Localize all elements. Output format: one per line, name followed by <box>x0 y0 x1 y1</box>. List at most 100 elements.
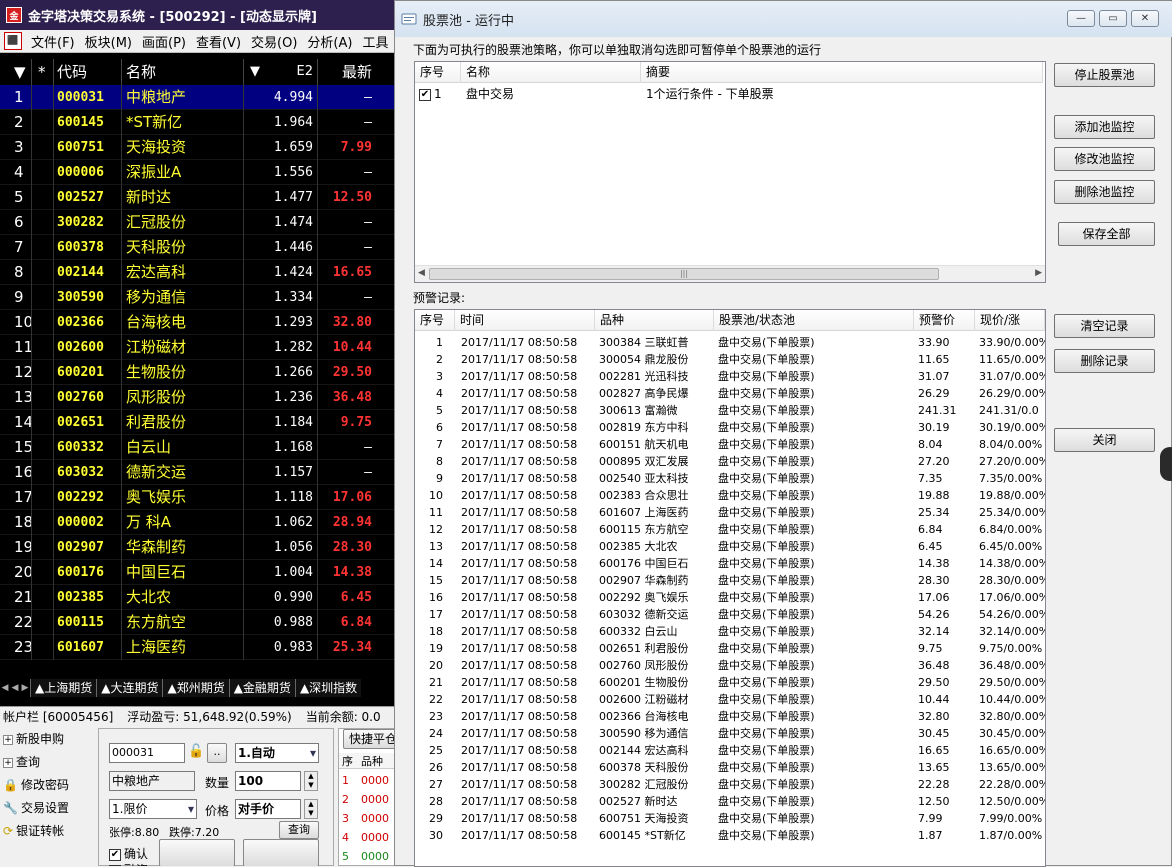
tab-financial-futures[interactable]: ▲金融期货 <box>228 679 295 697</box>
col-symbol[interactable]: 品种 <box>595 310 714 331</box>
add-monitor-button[interactable]: 添加池监控 <box>1054 115 1155 139</box>
quote-row[interactable]: 13 002760 凤形股份 1.236 36.48 <box>0 384 400 410</box>
quote-row[interactable]: 6 300282 汇冠股份 1.474 — <box>0 209 400 235</box>
scroll-thumb[interactable]: ||| <box>429 268 939 280</box>
quote-row[interactable]: 8 002144 宏达高科 1.424 16.65 <box>0 259 400 285</box>
alert-row[interactable]: 6 2017/11/17 08:50:58 002819 东方中科 盘中交易(下单股票… <box>415 419 1045 436</box>
mode-select[interactable]: 1.自动 ▾ <box>235 743 319 763</box>
qty-input[interactable]: 100 <box>235 771 301 791</box>
alert-row[interactable]: 15 2017/11/17 08:50:58 002907 华森制药 盘中交易(下单股… <box>415 572 1045 589</box>
alert-row[interactable]: 30 2017/11/17 08:50:58 600145 *ST新亿 盘中交易(下单… <box>415 827 1045 844</box>
tab-shenzhen-index[interactable]: ▲深圳指数 <box>294 679 362 697</box>
col-time[interactable]: 时间 <box>455 310 595 331</box>
quote-row[interactable]: 2 600145 *ST新亿 1.964 — <box>0 109 400 135</box>
quote-row[interactable]: 5 002527 新时达 1.477 12.50 <box>0 184 400 210</box>
position-row[interactable]: 4 0000 <box>339 828 399 847</box>
dialog-titlebar[interactable]: 股票池 - 运行中 <box>395 1 1172 37</box>
alert-row[interactable]: 11 2017/11/17 08:50:58 601607 上海医药 盘中交易(下单股… <box>415 504 1045 521</box>
pool-checkbox[interactable]: ✔ 1 <box>415 85 461 103</box>
quote-row[interactable]: 23 601607 上海医药 0.983 25.34 <box>0 634 400 660</box>
alert-row[interactable]: 20 2017/11/17 08:50:58 002760 凤形股份 盘中交易(下单股… <box>415 657 1045 674</box>
alert-row[interactable]: 2 2017/11/17 08:50:58 300054 鼎龙股份 盘中交易(下单股票… <box>415 351 1045 368</box>
position-row[interactable]: 5 0000 <box>339 847 399 865</box>
alert-row[interactable]: 24 2017/11/17 08:50:58 300590 移为通信 盘中交易(下单股… <box>415 725 1045 742</box>
pool-row[interactable]: ✔ 1 盘中交易 1个运行条件 - 下单股票 <box>415 85 1043 103</box>
alert-row[interactable]: 21 2017/11/17 08:50:58 600201 生物股份 盘中交易(下单股… <box>415 674 1045 691</box>
col-no[interactable]: 序号 <box>415 62 461 83</box>
quote-row[interactable]: 10 002366 台海核电 1.293 32.80 <box>0 309 400 335</box>
quote-row[interactable]: 22 600115 东方航空 0.988 6.84 <box>0 609 400 635</box>
quote-row[interactable]: 20 600176 中国巨石 1.004 14.38 <box>0 559 400 585</box>
alert-row[interactable]: 23 2017/11/17 08:50:58 002366 台海核电 盘中交易(下单股… <box>415 708 1045 725</box>
nav-ipo[interactable]: + 新股申购 <box>0 728 95 751</box>
edit-monitor-button[interactable]: 修改池监控 <box>1054 147 1155 171</box>
column-star[interactable]: * <box>32 59 54 85</box>
menu-logo-icon[interactable]: ⬛ <box>4 32 22 50</box>
alert-row[interactable]: 28 2017/11/17 08:50:58 002527 新时达 盘中交易(下单股票… <box>415 793 1045 810</box>
delete-record-button[interactable]: 删除记录 <box>1054 349 1155 373</box>
alert-row[interactable]: 7 2017/11/17 08:50:58 600151 航天机电 盘中交易(下单股票… <box>415 436 1045 453</box>
alert-row[interactable]: 12 2017/11/17 08:50:58 600115 东方航空 盘中交易(下单股… <box>415 521 1045 538</box>
alert-row[interactable]: 13 2017/11/17 08:50:58 002385 大北农 盘中交易(下单股票… <box>415 538 1045 555</box>
col-summary[interactable]: 摘要 <box>641 62 1043 83</box>
tab-prev-icon[interactable]: ◀ <box>10 683 20 693</box>
tab-dalian-futures[interactable]: ▲大连期货 <box>96 679 163 697</box>
quote-row[interactable]: 4 000006 深振业A 1.556 — <box>0 159 400 185</box>
app-titlebar[interactable]: 金 金字塔决策交易系统 - [500292] - [动态显示牌] <box>0 0 400 30</box>
minimize-button[interactable]: — <box>1067 10 1095 27</box>
col-current[interactable]: 现价/涨 <box>975 310 1045 331</box>
quote-row[interactable]: 1 000031 中粮地产 4.994 — <box>0 84 400 110</box>
buy-button[interactable] <box>159 839 235 866</box>
scroll-left-icon[interactable]: ◀ <box>418 268 425 278</box>
tab-shanghai-futures[interactable]: ▲上海期货 <box>30 679 97 697</box>
stock-code-input[interactable]: 000031 <box>109 743 185 763</box>
col-pool[interactable]: 股票池/状态池 <box>714 310 914 331</box>
quote-row[interactable]: 21 002385 大北农 0.990 6.45 <box>0 584 400 610</box>
alert-row[interactable]: 9 2017/11/17 08:50:58 002540 亚太科技 盘中交易(下单股票… <box>415 470 1045 487</box>
position-row[interactable]: 2 0000 <box>339 790 399 809</box>
expand-icon[interactable]: + <box>3 757 13 768</box>
position-row[interactable]: 1 0000 <box>339 771 399 790</box>
quote-row[interactable]: 3 600751 天海投资 1.659 7.99 <box>0 134 400 160</box>
clear-records-button[interactable]: 清空记录 <box>1054 314 1155 338</box>
alert-row[interactable]: 3 2017/11/17 08:50:58 002281 光迅科技 盘中交易(下单股票… <box>415 368 1045 385</box>
quote-row[interactable]: 18 000002 万 科A 1.062 28.94 <box>0 509 400 535</box>
alert-row[interactable]: 10 2017/11/17 08:50:58 002383 合众思壮 盘中交易(下单股… <box>415 487 1045 504</box>
column-e2[interactable]: ▼ E2 <box>244 59 318 85</box>
quote-row[interactable]: 7 600378 天科股份 1.446 — <box>0 234 400 260</box>
browse-button[interactable]: .. <box>207 743 227 763</box>
menu-block[interactable]: 板块(M) <box>80 32 137 51</box>
menu-tools[interactable]: 工具 <box>357 32 393 51</box>
alert-row[interactable]: 22 2017/11/17 08:50:58 002600 江粉磁材 盘中交易(下单股… <box>415 691 1045 708</box>
column-name[interactable]: 名称 <box>122 59 244 85</box>
delete-monitor-button[interactable]: 删除池监控 <box>1054 180 1155 204</box>
alert-row[interactable]: 14 2017/11/17 08:50:58 600176 中国巨石 盘中交易(下单股… <box>415 555 1045 572</box>
quote-row[interactable]: 12 600201 生物股份 1.266 29.50 <box>0 359 400 385</box>
nav-bank-transfer[interactable]: ⟳ 银证转帐 <box>0 820 95 843</box>
alert-row[interactable]: 16 2017/11/17 08:50:58 002292 奥飞娱乐 盘中交易(下单股… <box>415 589 1045 606</box>
alert-row[interactable]: 18 2017/11/17 08:50:58 600332 白云山 盘中交易(下单股票… <box>415 623 1045 640</box>
price-input[interactable]: 对手价 <box>235 799 301 819</box>
quote-row[interactable]: 11 002600 江粉磁材 1.282 10.44 <box>0 334 400 360</box>
alert-row[interactable]: 29 2017/11/17 08:50:58 600751 天海投资 盘中交易(下单股… <box>415 810 1045 827</box>
tab-zhengzhou-futures[interactable]: ▲郑州期货 <box>162 679 229 697</box>
quote-row[interactable]: 14 002651 利君股份 1.184 9.75 <box>0 409 400 435</box>
quote-row[interactable]: 17 002292 奥飞娱乐 1.118 17.06 <box>0 484 400 510</box>
alert-row[interactable]: 25 2017/11/17 08:50:58 002144 宏达高科 盘中交易(下单股… <box>415 742 1045 759</box>
lock-icon[interactable]: 🔓 <box>188 744 204 762</box>
alert-row[interactable]: 19 2017/11/17 08:50:58 002651 利君股份 盘中交易(下单股… <box>415 640 1045 657</box>
price-stepper[interactable]: ▲ ▼ <box>304 799 318 819</box>
close-button[interactable]: 关闭 <box>1054 428 1155 452</box>
alert-row[interactable]: 1 2017/11/17 08:50:58 300384 三联虹普 盘中交易(下单股票… <box>415 334 1045 351</box>
alert-row[interactable]: 26 2017/11/17 08:50:58 600378 天科股份 盘中交易(下单股… <box>415 759 1045 776</box>
sell-button[interactable] <box>243 839 319 866</box>
menu-trade[interactable]: 交易(O) <box>246 32 302 51</box>
col-no[interactable]: 序号 <box>415 310 455 331</box>
confirm-checkbox[interactable]: ✔ 确认 <box>109 845 148 862</box>
pool-hscrollbar[interactable]: ◀ ||| ▶ <box>415 265 1045 282</box>
quick-close-button[interactable]: 快捷平仓 <box>343 729 399 749</box>
position-row[interactable]: 3 0000 <box>339 809 399 828</box>
nav-trade-settings[interactable]: 🔧 交易设置 <box>0 797 95 820</box>
scroll-right-icon[interactable]: ▶ <box>1035 268 1042 278</box>
column-last[interactable]: 最新 <box>318 59 382 85</box>
